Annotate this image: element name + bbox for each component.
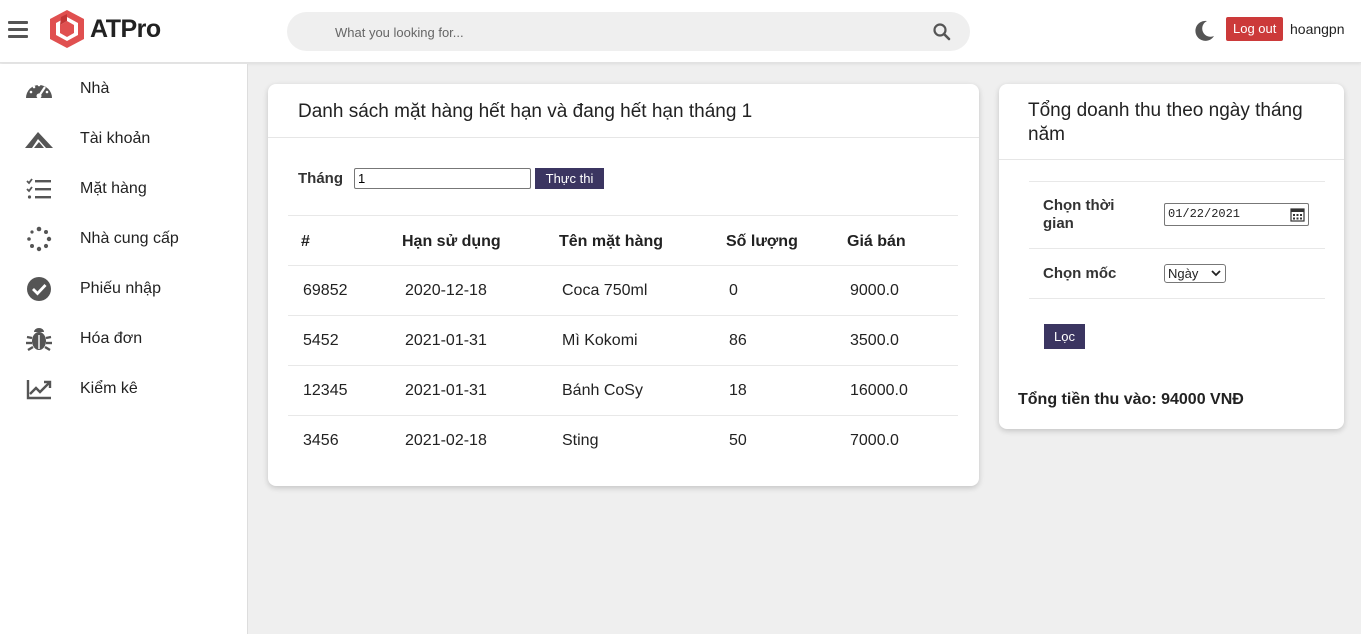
filter-button[interactable]: Lọc — [1044, 324, 1085, 349]
logout-button[interactable]: Log out — [1226, 17, 1284, 41]
expiry-card: Danh sách mặt hàng hết hạn và đang hết h… — [268, 84, 979, 486]
cell-id: 5452 — [303, 332, 339, 349]
date-value: 01/22/2021 — [1168, 207, 1241, 221]
cell-id: 3456 — [303, 432, 339, 449]
cell-price: 3500.0 — [850, 332, 899, 349]
sidebar-item-receipts[interactable]: Phiếu nhập — [0, 264, 248, 314]
cell-product-name: Bánh CoSy — [562, 382, 643, 399]
table-row: 5452 2021-01-31 Mì Kokomi 86 3500.0 — [288, 315, 958, 365]
bug-icon — [24, 324, 54, 354]
month-label: Tháng — [298, 170, 343, 187]
sidebar-item-inventory[interactable]: Kiểm kê — [0, 364, 248, 414]
search-icon[interactable] — [932, 22, 952, 42]
sidebar-item-label: Nhà — [80, 80, 110, 97]
expiry-title: Danh sách mặt hàng hết hạn và đang hết h… — [298, 101, 753, 122]
table-row: 69852 2020-12-18 Coca 750ml 0 9000.0 — [288, 265, 958, 315]
sidebar-item-products[interactable]: Mặt hàng — [0, 164, 248, 214]
sidebar-item-label: Hóa đơn — [80, 330, 143, 347]
cell-price: 7000.0 — [850, 432, 899, 449]
column-header-price: Giá bán — [847, 233, 906, 250]
trend-chart-icon — [24, 374, 54, 404]
moon-icon[interactable] — [1192, 19, 1216, 43]
column-header-product-name: Tên mặt hàng — [559, 233, 664, 250]
checklist-icon — [24, 174, 54, 204]
revenue-total: Tổng tiền thu vào: 94000 VNĐ — [1018, 391, 1244, 408]
time-label: Chọn thời gian — [1043, 197, 1115, 232]
sidebar-item-suppliers[interactable]: Nhà cung cấp — [0, 214, 248, 264]
calendar-icon[interactable] — [1290, 207, 1305, 222]
cell-expiry-date: 2021-02-18 — [405, 432, 487, 449]
menu-icon[interactable] — [8, 21, 28, 39]
milestone-select[interactable]: Ngày — [1164, 264, 1226, 283]
sidebar-item-home[interactable]: Nhà — [0, 64, 248, 114]
cell-id: 12345 — [303, 382, 348, 399]
table-row: 3456 2021-02-18 Sting 50 7000.0 — [288, 415, 958, 465]
sidebar: Nhà Tài khoản Mặt hàng Nhà cung cấp Phiế… — [0, 64, 248, 634]
cell-product-name: Mì Kokomi — [562, 332, 638, 349]
check-circle-icon — [24, 274, 54, 304]
cell-quantity: 0 — [729, 282, 738, 299]
cell-price: 16000.0 — [850, 382, 908, 399]
cell-product-name: Coca 750ml — [562, 282, 648, 299]
table-header-row: # Hạn sử dụng Tên mặt hàng Số lượng Giá … — [288, 215, 958, 265]
sidebar-item-label: Tài khoản — [80, 130, 151, 147]
column-header-id: # — [301, 233, 310, 250]
revenue-title: Tổng doanh thu theo ngày tháng năm — [1028, 100, 1303, 145]
search-input[interactable] — [335, 22, 895, 42]
sidebar-item-label: Phiếu nhập — [80, 280, 161, 297]
cell-id: 69852 — [303, 282, 348, 299]
logo-icon — [50, 10, 84, 48]
sidebar-item-label: Nhà cung cấp — [80, 230, 179, 247]
cell-quantity: 50 — [729, 432, 747, 449]
logo-text: ATPro — [90, 14, 161, 43]
cell-expiry-date: 2020-12-18 — [405, 282, 487, 299]
sidebar-item-label: Kiểm kê — [80, 380, 138, 397]
milestone-label: Chọn mốc — [1043, 265, 1117, 282]
sidebar-item-label: Mặt hàng — [80, 180, 147, 197]
account-icon — [24, 124, 54, 154]
milestone-value: Ngày — [1168, 266, 1199, 281]
cell-expiry-date: 2021-01-31 — [405, 382, 487, 399]
spinner-dots-icon — [24, 224, 54, 254]
column-header-expiry-date: Hạn sử dụng — [402, 233, 501, 250]
top-header: ATPro Log out hoangpn — [0, 0, 1361, 63]
cell-product-name: Sting — [562, 432, 599, 449]
cell-price: 9000.0 — [850, 282, 899, 299]
cell-quantity: 86 — [729, 332, 747, 349]
logo[interactable]: ATPro — [47, 9, 161, 49]
divider — [1029, 298, 1325, 299]
sidebar-item-account[interactable]: Tài khoản — [0, 114, 248, 164]
chevron-down-icon — [1211, 270, 1221, 277]
divider — [999, 159, 1344, 160]
table-row: 12345 2021-01-31 Bánh CoSy 18 16000.0 — [288, 365, 958, 415]
sidebar-item-invoices[interactable]: Hóa đơn — [0, 314, 248, 364]
dashboard-gauge-icon — [24, 74, 54, 104]
expiry-table: # Hạn sử dụng Tên mặt hàng Số lượng Giá … — [288, 215, 958, 465]
month-input[interactable] — [354, 168, 531, 189]
cell-expiry-date: 2021-01-31 — [405, 332, 487, 349]
date-input[interactable]: 01/22/2021 — [1164, 203, 1309, 226]
username[interactable]: hoangpn — [1290, 21, 1345, 37]
cell-quantity: 18 — [729, 382, 747, 399]
run-button[interactable]: Thực thi — [535, 168, 604, 189]
revenue-card: Tổng doanh thu theo ngày tháng năm Chọn … — [999, 84, 1344, 429]
search-bar — [287, 12, 970, 51]
column-header-quantity: Số lượng — [726, 233, 798, 250]
divider — [268, 137, 979, 138]
